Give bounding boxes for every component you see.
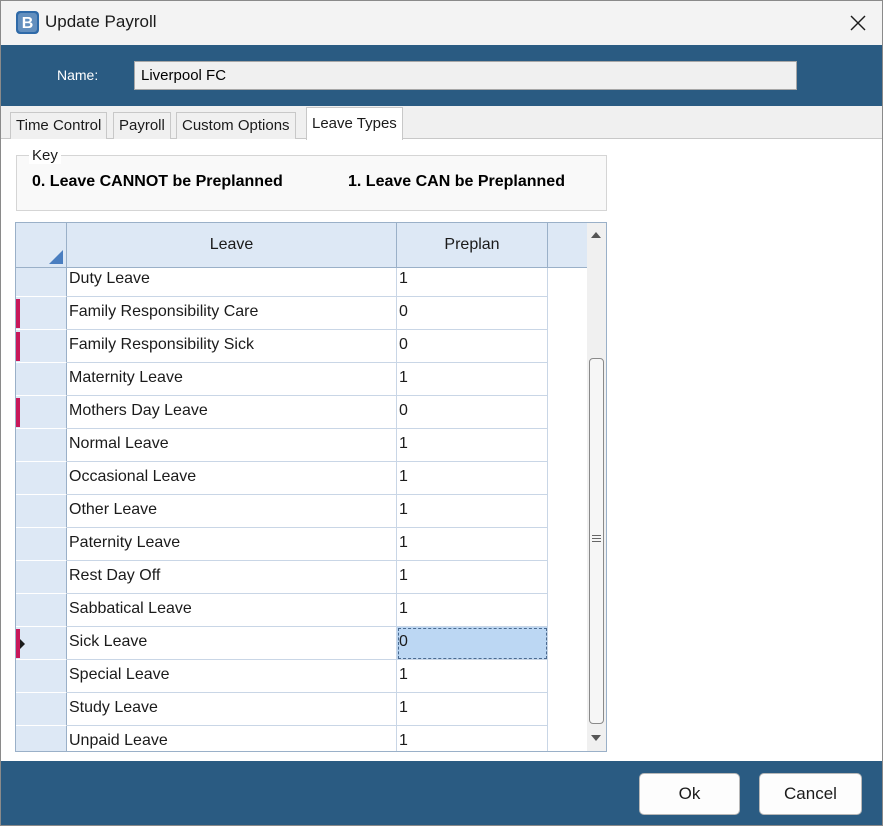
grid-row[interactable]: Occasional Leave 1 xyxy=(16,462,548,495)
row-selector[interactable] xyxy=(16,594,67,627)
preplan-cell[interactable]: 1 xyxy=(397,561,548,594)
leave-cell[interactable]: Family Responsibility Sick xyxy=(67,330,397,363)
scroll-thumb[interactable] xyxy=(589,358,604,724)
column-header-leave[interactable]: Leave xyxy=(67,223,397,268)
grid-row[interactable]: Mothers Day Leave 0 xyxy=(16,396,548,429)
scroll-up-arrow-icon[interactable] xyxy=(591,232,601,238)
preplan-cell[interactable]: 1 xyxy=(397,693,548,726)
svg-text:B: B xyxy=(22,15,34,32)
grid-row[interactable]: Unpaid Leave 1 xyxy=(16,726,548,751)
grid-header: Leave Preplan xyxy=(16,223,606,268)
leave-cell[interactable]: Paternity Leave xyxy=(67,528,397,561)
preplan-cell[interactable]: 1 xyxy=(397,429,548,462)
grid-row[interactable]: Special Leave 1 xyxy=(16,660,548,693)
tab-time-control[interactable]: Time Control xyxy=(10,112,108,139)
tab-leave-types[interactable]: Leave Types xyxy=(306,107,403,140)
row-selector[interactable] xyxy=(16,396,67,429)
tab-payroll[interactable]: Payroll xyxy=(113,112,171,139)
leave-cell[interactable]: Unpaid Leave xyxy=(67,726,397,751)
update-payroll-dialog: B Update Payroll Name: Time Control Payr… xyxy=(0,0,883,826)
cannot-preplan-flag xyxy=(16,299,20,328)
preplan-cell[interactable]: 0 xyxy=(397,330,548,363)
leave-cell[interactable]: Study Leave xyxy=(67,693,397,726)
leave-cell[interactable]: Special Leave xyxy=(67,660,397,693)
ok-button[interactable]: Ok xyxy=(639,773,740,815)
leave-cell[interactable]: Maternity Leave xyxy=(67,363,397,396)
grid-rows: Duty Leave 1 Family Responsibility Care 0 Fa… xyxy=(16,268,588,751)
preplan-cell[interactable]: 1 xyxy=(397,462,548,495)
row-selector[interactable] xyxy=(16,693,67,726)
key-item-can: 1. Leave CAN be Preplanned xyxy=(348,173,565,190)
key-legend: Key xyxy=(29,147,61,164)
leave-types-grid[interactable]: Leave Preplan Duty Leave 1 Family Responsi… xyxy=(15,222,607,752)
current-row-arrow-icon xyxy=(20,639,25,649)
grid-row[interactable]: Study Leave 1 xyxy=(16,693,548,726)
row-selector[interactable] xyxy=(16,297,67,330)
preplan-cell[interactable]: 0 xyxy=(397,297,548,330)
grid-row[interactable]: Maternity Leave 1 xyxy=(16,363,548,396)
close-icon xyxy=(850,15,866,31)
leave-cell[interactable]: Mothers Day Leave xyxy=(67,396,397,429)
leave-cell[interactable]: Duty Leave xyxy=(67,268,397,297)
leave-cell[interactable]: Normal Leave xyxy=(67,429,397,462)
column-header-preplan[interactable]: Preplan xyxy=(397,223,548,268)
row-selector[interactable] xyxy=(16,495,67,528)
preplan-cell[interactable]: 1 xyxy=(397,594,548,627)
grid-row[interactable]: Other Leave 1 xyxy=(16,495,548,528)
leave-cell[interactable]: Other Leave xyxy=(67,495,397,528)
leave-cell[interactable]: Sick Leave xyxy=(67,627,397,660)
select-all-corner[interactable] xyxy=(16,223,67,268)
preplan-cell[interactable]: 0 xyxy=(397,627,548,660)
preplan-cell[interactable]: 1 xyxy=(397,528,548,561)
grid-row[interactable]: Rest Day Off 1 xyxy=(16,561,548,594)
footer-band xyxy=(1,761,882,825)
row-selector[interactable] xyxy=(16,429,67,462)
grid-row[interactable]: Paternity Leave 1 xyxy=(16,528,548,561)
preplan-cell[interactable]: 1 xyxy=(397,726,548,751)
preplan-cell[interactable]: 1 xyxy=(397,268,548,297)
window-title: Update Payroll xyxy=(45,12,157,31)
tab-custom-options[interactable]: Custom Options xyxy=(176,112,296,139)
row-selector[interactable] xyxy=(16,363,67,396)
grid-row[interactable]: Family Responsibility Care 0 xyxy=(16,297,548,330)
title-bar: B Update Payroll xyxy=(1,1,882,45)
grid-row[interactable]: Family Responsibility Sick 0 xyxy=(16,330,548,363)
leave-cell[interactable]: Rest Day Off xyxy=(67,561,397,594)
name-label: Name: xyxy=(57,67,99,83)
name-input[interactable] xyxy=(134,61,797,90)
row-selector[interactable] xyxy=(16,627,67,660)
corner-triangle-icon xyxy=(49,250,63,264)
leave-cell[interactable]: Family Responsibility Care xyxy=(67,297,397,330)
app-logo-icon: B xyxy=(16,11,39,34)
grid-row[interactable]: Duty Leave 1 xyxy=(16,268,548,297)
grid-row[interactable]: Normal Leave 1 xyxy=(16,429,548,462)
row-selector[interactable] xyxy=(16,528,67,561)
scroll-down-arrow-icon[interactable] xyxy=(591,735,601,741)
close-button[interactable] xyxy=(833,1,882,45)
vertical-scrollbar[interactable] xyxy=(587,223,606,751)
grid-row[interactable]: Sabbatical Leave 1 xyxy=(16,594,548,627)
preplan-cell[interactable]: 1 xyxy=(397,363,548,396)
preplan-cell[interactable]: 1 xyxy=(397,495,548,528)
leave-cell[interactable]: Occasional Leave xyxy=(67,462,397,495)
grid-row[interactable]: Sick Leave 0 xyxy=(16,627,548,660)
row-selector[interactable] xyxy=(16,462,67,495)
row-selector[interactable] xyxy=(16,268,67,297)
row-selector[interactable] xyxy=(16,726,67,751)
row-selector[interactable] xyxy=(16,660,67,693)
row-selector[interactable] xyxy=(16,330,67,363)
row-selector[interactable] xyxy=(16,561,67,594)
leave-cell[interactable]: Sabbatical Leave xyxy=(67,594,397,627)
header-filler xyxy=(548,223,587,268)
key-item-cannot: 0. Leave CANNOT be Preplanned xyxy=(32,173,283,190)
cannot-preplan-flag xyxy=(16,332,20,361)
cannot-preplan-flag xyxy=(16,398,20,427)
cancel-button[interactable]: Cancel xyxy=(759,773,862,815)
preplan-cell[interactable]: 1 xyxy=(397,660,548,693)
preplan-cell[interactable]: 0 xyxy=(397,396,548,429)
grip-icon xyxy=(592,535,601,542)
